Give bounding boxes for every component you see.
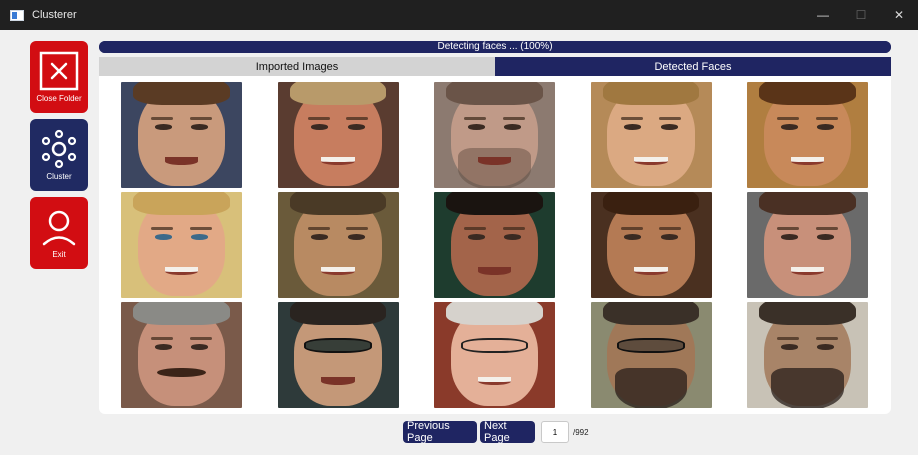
cluster-button[interactable]: Cluster: [30, 119, 88, 191]
face-thumbnail[interactable]: [747, 192, 868, 298]
face-thumbnail[interactable]: [590, 192, 712, 298]
tab-detected-faces[interactable]: Detected Faces: [495, 57, 891, 76]
page-total: /992: [573, 427, 589, 437]
close-folder-button[interactable]: Close Folder: [30, 41, 88, 113]
face-thumbnail[interactable]: [590, 82, 712, 188]
close-window-button[interactable]: ✕: [880, 0, 918, 30]
window-title: Clusterer: [32, 9, 77, 21]
face-thumbnail[interactable]: [277, 82, 399, 188]
detection-progress-bar: Detecting faces ... (100%): [99, 41, 891, 53]
tab-bar: Imported Images Detected Faces: [99, 57, 891, 76]
progress-text: Detecting faces ... (100%): [437, 41, 553, 52]
faces-panel: [99, 76, 891, 414]
sidebar: Close Folder Cluster Exit: [30, 41, 88, 275]
next-page-button[interactable]: Next Page: [480, 420, 535, 444]
tab-imported-images[interactable]: Imported Images: [99, 57, 495, 76]
cluster-icon: [41, 129, 77, 169]
face-thumbnail[interactable]: [277, 192, 399, 298]
page-number-input[interactable]: [541, 421, 569, 443]
face-thumbnail[interactable]: [747, 302, 868, 408]
window-controls: — ☐ ✕: [804, 0, 918, 30]
face-grid: [121, 82, 868, 408]
minimize-button[interactable]: —: [804, 0, 842, 30]
face-thumbnail[interactable]: [277, 302, 399, 408]
face-thumbnail[interactable]: [434, 82, 555, 188]
face-thumbnail[interactable]: [121, 192, 242, 298]
face-thumbnail[interactable]: [434, 302, 555, 408]
face-thumbnail[interactable]: [434, 192, 555, 298]
exit-label: Exit: [52, 250, 66, 259]
previous-page-button[interactable]: Previous Page: [403, 420, 477, 444]
face-thumbnail[interactable]: [121, 82, 242, 188]
maximize-button[interactable]: ☐: [842, 0, 880, 30]
pagination: Previous Page Next Page /992: [403, 420, 589, 444]
close-folder-label: Close Folder: [36, 94, 82, 103]
app-icon: [10, 9, 24, 21]
face-thumbnail[interactable]: [121, 302, 242, 408]
user-icon: [42, 210, 76, 246]
exit-button[interactable]: Exit: [30, 197, 88, 269]
title-bar: Clusterer — ☐ ✕: [0, 0, 918, 30]
face-thumbnail[interactable]: [590, 302, 712, 408]
face-thumbnail[interactable]: [747, 82, 868, 188]
close-box-icon: [39, 51, 79, 91]
cluster-label: Cluster: [46, 172, 72, 181]
